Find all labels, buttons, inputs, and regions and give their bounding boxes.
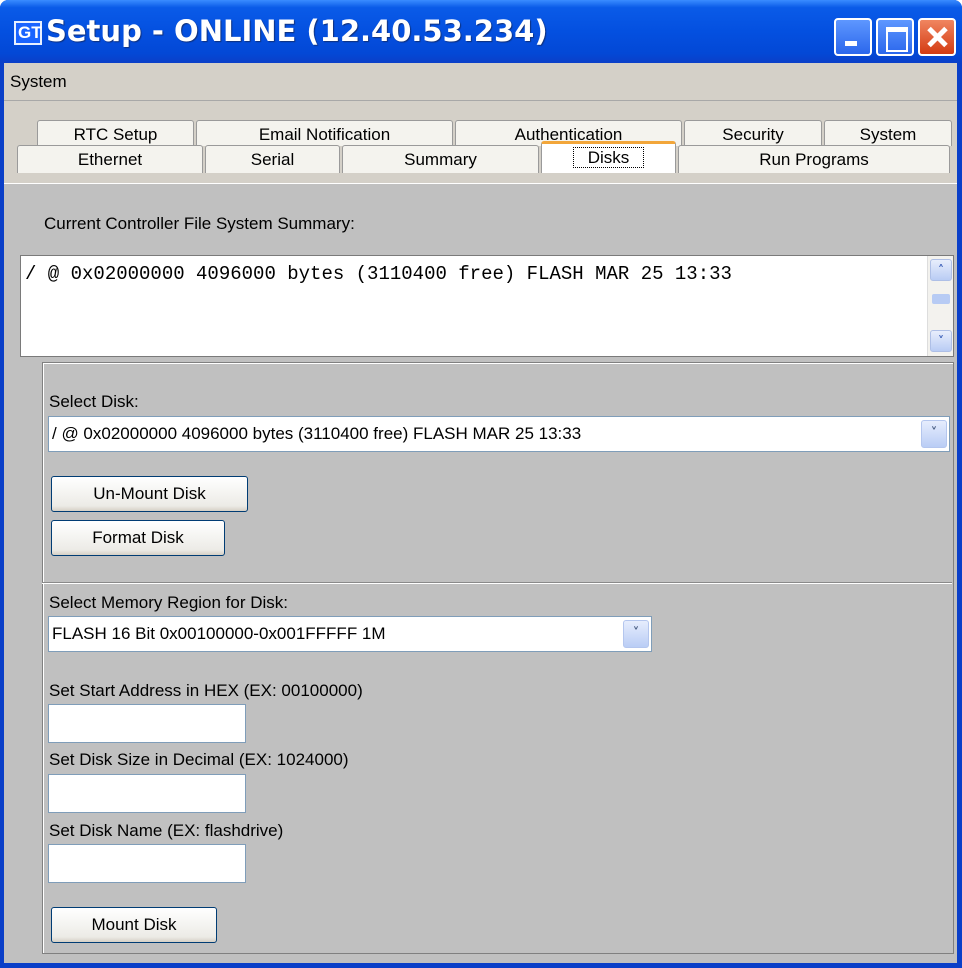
chevron-up-icon[interactable]: ˄ (930, 259, 952, 281)
start-address-label: Set Start Address in HEX (EX: 00100000) (49, 681, 363, 700)
tab-system[interactable]: System (824, 120, 952, 146)
format-disk-button[interactable]: Format Disk (51, 520, 225, 556)
select-disk-dropdown[interactable]: / @ 0x02000000 4096000 bytes (3110400 fr… (48, 416, 950, 452)
chevron-down-icon[interactable]: ˅ (921, 420, 947, 448)
app-icon: GT (14, 21, 42, 45)
unmount-disk-button[interactable]: Un-Mount Disk (51, 476, 248, 512)
tab-rtc-setup[interactable]: RTC Setup (37, 120, 194, 146)
tab-serial[interactable]: Serial (205, 145, 340, 173)
setup-window: GT Setup - ONLINE (12.40.53.234) System … (0, 0, 962, 968)
summary-text: / @ 0x02000000 4096000 bytes (3110400 fr… (25, 263, 732, 285)
tab-run-programs[interactable]: Run Programs (678, 145, 950, 173)
tab-strip: RTC Setup Email Notification Authenticat… (4, 101, 957, 183)
summary-textarea[interactable]: / @ 0x02000000 4096000 bytes (3110400 fr… (20, 255, 954, 357)
app-icon-text: GT (18, 23, 42, 42)
tab-email-notification[interactable]: Email Notification (196, 120, 453, 146)
tab-disks-label: Disks (572, 147, 645, 168)
disk-size-input[interactable] (48, 774, 246, 813)
tab-ethernet[interactable]: Ethernet (17, 145, 203, 173)
menu-system[interactable]: System (10, 72, 67, 92)
maximize-button[interactable] (876, 18, 914, 56)
disk-name-input[interactable] (48, 844, 246, 883)
disk-name-label: Set Disk Name (EX: flashdrive) (49, 821, 284, 840)
disk-size-label: Set Disk Size in Decimal (EX: 1024000) (49, 750, 349, 769)
summary-label: Current Controller File System Summary: (44, 214, 355, 233)
memory-region-value: FLASH 16 Bit 0x00100000-0x001FFFFF 1M (52, 624, 386, 643)
title-bar[interactable]: GT Setup - ONLINE (12.40.53.234) (0, 0, 962, 63)
memory-region-label: Select Memory Region for Disk: (49, 593, 289, 612)
mount-disk-button[interactable]: Mount Disk (51, 907, 217, 943)
select-disk-label: Select Disk: (49, 392, 139, 411)
tab-security[interactable]: Security (684, 120, 822, 146)
memory-region-dropdown[interactable]: FLASH 16 Bit 0x00100000-0x001FFFFF 1M ˅ (48, 616, 652, 652)
tab-summary[interactable]: Summary (342, 145, 539, 173)
summary-scrollbar[interactable]: ˄ ˅ (927, 256, 953, 356)
minimize-button[interactable] (834, 18, 872, 56)
close-button[interactable] (918, 18, 956, 56)
start-address-input[interactable] (48, 704, 246, 743)
window-title: Setup - ONLINE (12.40.53.234) (46, 14, 548, 48)
section-divider (42, 582, 952, 584)
chevron-down-icon[interactable]: ˅ (930, 330, 952, 352)
tab-disks[interactable]: Disks (541, 141, 676, 173)
scroll-thumb[interactable] (932, 294, 950, 304)
select-disk-value: / @ 0x02000000 4096000 bytes (3110400 fr… (52, 424, 582, 443)
chevron-down-icon[interactable]: ˅ (623, 620, 649, 648)
menu-bar: System (4, 63, 957, 101)
